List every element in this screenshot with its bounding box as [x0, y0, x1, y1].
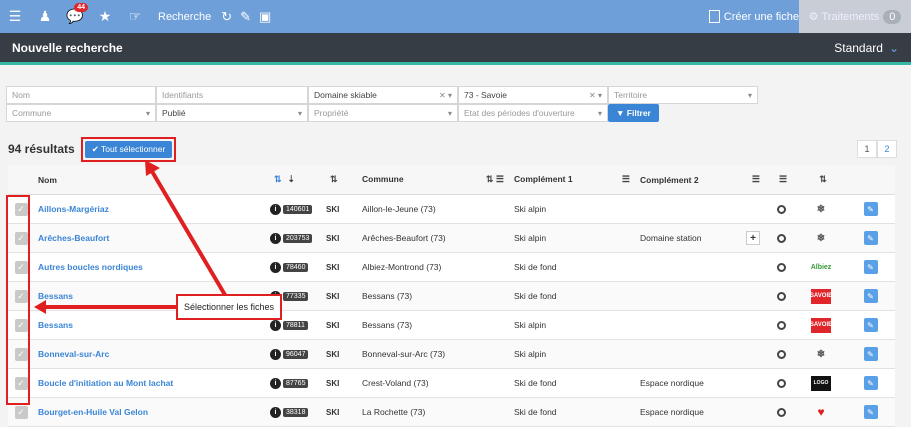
annotation-callout: Sélectionner les fiches: [176, 294, 282, 320]
arrowhead-left: [34, 300, 46, 314]
annotation-arrows: [34, 160, 230, 314]
arrow-to-select-all: [148, 166, 230, 302]
